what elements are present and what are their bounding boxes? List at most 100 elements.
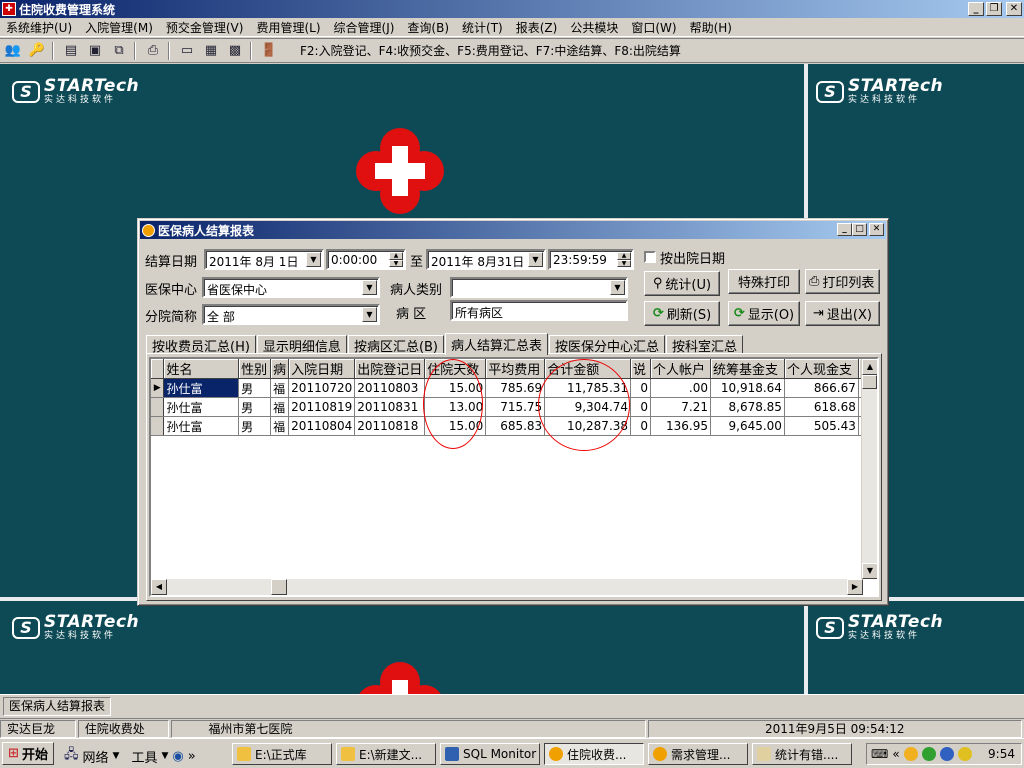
browser-icon[interactable]: ◉ <box>172 749 183 764</box>
date-from-picker[interactable]: 2011年 8月 1日 ▼ <box>204 249 324 270</box>
document-icon[interactable]: ▤ <box>60 41 82 61</box>
chevron-down-icon[interactable]: ▼ <box>362 307 377 322</box>
taskbar-item-requirements[interactable]: 需求管理... <box>648 743 748 765</box>
discharge-date-checkbox[interactable] <box>644 251 656 263</box>
cell-note[interactable]: 0 <box>630 416 652 436</box>
cell-pooled-fund[interactable]: 8,678.85 <box>710 397 785 417</box>
cell-personal-cash[interactable]: 505.43 <box>784 416 859 436</box>
date-to-picker[interactable]: 2011年 8月31日 ▼ <box>426 249 546 270</box>
cell-admit-date[interactable]: 20110819 <box>288 397 356 417</box>
qq-icon[interactable] <box>903 747 918 761</box>
report-icon[interactable]: ▦ <box>200 41 222 61</box>
print-list-button[interactable]: ⎙ 打印列表 <box>805 269 880 294</box>
col-personal-cash-header[interactable]: 个人现金支 <box>784 359 859 379</box>
minimize-icon[interactable]: _ <box>968 2 984 16</box>
col-note-header[interactable]: 说 <box>630 359 652 379</box>
chevron-down-icon[interactable]: ▼ <box>528 252 543 267</box>
cell-pooled-fund[interactable]: 10,918.64 <box>710 378 785 398</box>
close-icon[interactable]: ✕ <box>1006 2 1022 16</box>
card-icon[interactable]: ▭ <box>176 41 198 61</box>
horizontal-scrollbar[interactable]: ◀ ▶ <box>151 579 863 595</box>
scroll-up-icon[interactable]: ▲ <box>862 359 877 375</box>
show-button[interactable]: ⟳ 显示(O) <box>728 301 800 326</box>
table-row[interactable]: 孙仕富 男 福 20110804 20110818 15.00 685.83 1… <box>151 416 877 436</box>
menu-common[interactable]: 公共模块 <box>564 19 625 36</box>
cell-pooled-fund[interactable]: 9,645.00 <box>710 416 785 436</box>
tools-label[interactable]: 工具 <box>131 747 157 766</box>
time-from-spinner[interactable]: ▲ ▼ <box>389 252 403 267</box>
spin-up-icon[interactable]: ▲ <box>389 252 403 260</box>
cell-admit-date[interactable]: 20110804 <box>288 416 356 436</box>
cell-days[interactable]: 15.00 <box>424 416 487 436</box>
menu-query[interactable]: 查询(B) <box>401 19 456 36</box>
minimize-icon[interactable]: _ <box>837 223 852 236</box>
cell-note[interactable]: 0 <box>630 378 652 398</box>
network-status-icon[interactable] <box>939 747 954 761</box>
horizontal-scroll-thumb[interactable] <box>271 579 287 595</box>
maximize-icon[interactable]: □ <box>852 223 867 236</box>
col-admit-date-header[interactable]: 入院日期 <box>288 359 356 379</box>
special-print-button[interactable]: 特殊打印 <box>728 269 800 294</box>
key-icon[interactable]: 🔑 <box>26 41 48 61</box>
time-to-input[interactable]: 23:59:59 ▲ ▼ <box>548 249 634 270</box>
cell-name[interactable]: 孙仕富 <box>163 378 240 398</box>
spin-down-icon[interactable]: ▼ <box>389 259 403 267</box>
menu-statistics[interactable]: 统计(T) <box>456 19 510 36</box>
cell-note[interactable]: 0 <box>630 397 652 417</box>
cell-total[interactable]: 10,287.38 <box>544 416 632 436</box>
settlement-grid[interactable]: 姓名 性别 病 入院日期 出院登记日 住院天数 平均费用 合计金额 说 个人帐户… <box>149 357 879 597</box>
tab-detail-info[interactable]: 显示明细信息 <box>256 335 347 355</box>
col-personal-account-header[interactable]: 个人帐户 <box>650 359 711 379</box>
vertical-scroll-thumb[interactable] <box>862 375 877 389</box>
chevron-down-icon[interactable]: ▼ <box>306 252 321 267</box>
cell-gender[interactable]: 男 <box>238 378 272 398</box>
cell-avg-cost[interactable]: 715.75 <box>485 397 546 417</box>
scroll-right-icon[interactable]: ▶ <box>847 579 863 595</box>
time-from-input[interactable]: 0:00:00 ▲ ▼ <box>326 249 406 270</box>
menu-reports[interactable]: 报表(Z) <box>510 19 565 36</box>
taskbar-item-new-doc[interactable]: E:\新建文... <box>336 743 436 765</box>
menu-system[interactable]: 系统维护(U) <box>0 19 79 36</box>
tray-expand[interactable]: « <box>892 747 899 761</box>
col-discharge-date-header[interactable]: 出院登记日 <box>354 359 426 379</box>
scroll-left-icon[interactable]: ◀ <box>151 579 167 595</box>
exit-door-icon[interactable]: 🚪 <box>258 41 280 61</box>
security-icon[interactable] <box>957 747 972 761</box>
menu-fees[interactable]: 费用管理(L) <box>250 19 327 36</box>
refresh-button[interactable]: ⟳ 刷新(S) <box>644 301 720 326</box>
taskbar-item-prod-db[interactable]: E:\正式库 <box>232 743 332 765</box>
cell-type[interactable]: 福 <box>270 416 290 436</box>
center-select[interactable]: 省医保中心 ▼ <box>202 277 380 298</box>
menu-window[interactable]: 窗口(W) <box>625 19 683 36</box>
col-days-header[interactable]: 住院天数 <box>424 359 487 379</box>
shield-icon[interactable] <box>921 747 936 761</box>
scroll-down-icon[interactable]: ▼ <box>862 563 877 579</box>
tab-by-sub-center[interactable]: 按医保分中心汇总 <box>549 335 666 355</box>
table-row[interactable]: 孙仕富 男 福 20110819 20110831 13.00 715.75 9… <box>151 397 877 417</box>
restore-icon[interactable]: ❐ <box>986 2 1002 16</box>
time-to-spinner[interactable]: ▲ ▼ <box>617 252 631 267</box>
cell-name[interactable]: 孙仕富 <box>163 397 240 417</box>
table-row[interactable]: ▶ 孙仕富 男 福 20110720 20110803 15.00 785.69… <box>151 378 877 398</box>
cell-gender[interactable]: 男 <box>238 397 272 417</box>
col-avg-cost-header[interactable]: 平均费用 <box>485 359 546 379</box>
cell-discharge-date[interactable]: 20110831 <box>354 397 426 417</box>
taskbar-item-inpatient[interactable]: 住院收费... <box>544 743 644 765</box>
taskbar-item-stats-error[interactable]: 统计有错.... <box>752 743 852 765</box>
cell-type[interactable]: 福 <box>270 378 290 398</box>
menu-deposit[interactable]: 预交金管理(V) <box>160 19 251 36</box>
copy-icon[interactable]: ⧉ <box>108 41 130 61</box>
cell-days[interactable]: 13.00 <box>424 397 487 417</box>
cell-discharge-date[interactable]: 20110803 <box>354 378 426 398</box>
cell-name[interactable]: 孙仕富 <box>163 416 240 436</box>
chevron-down-icon[interactable]: ▼ <box>161 751 168 761</box>
col-total-header[interactable]: 合计金额 <box>544 359 632 379</box>
spin-up-icon[interactable]: ▲ <box>617 252 631 260</box>
clock[interactable]: 9:54 <box>988 747 1015 761</box>
calculator-icon[interactable]: ▩ <box>224 41 246 61</box>
taskbar-item-sql-monitor[interactable]: SQL Monitor <box>440 743 540 765</box>
cell-gender[interactable]: 男 <box>238 416 272 436</box>
cell-admit-date[interactable]: 20110720 <box>288 378 356 398</box>
document-search-icon[interactable]: ▣ <box>84 41 106 61</box>
menu-admission[interactable]: 入院管理(M) <box>79 19 160 36</box>
